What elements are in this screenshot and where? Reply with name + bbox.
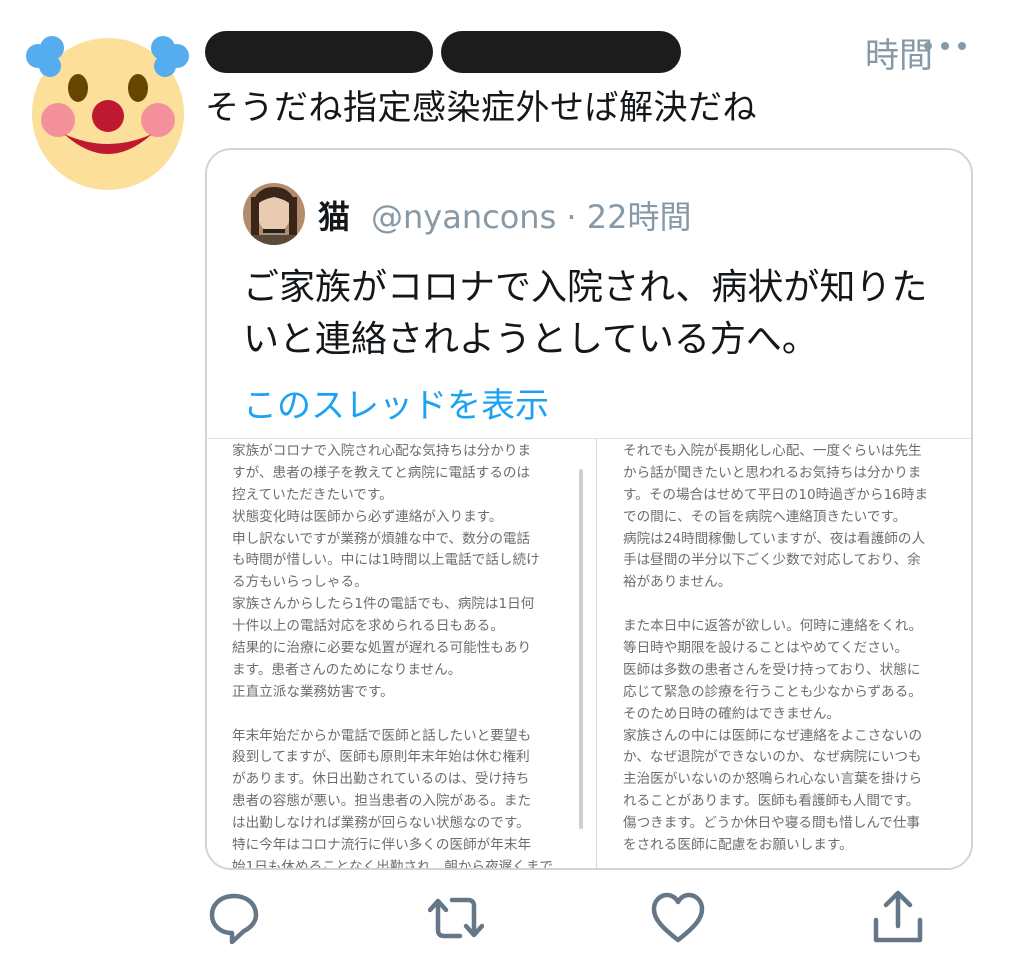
image-text-line: 控えていただきたいです。	[232, 486, 393, 503]
quoted-user-name[interactable]: 猫	[318, 192, 350, 238]
tweet-actions	[0, 888, 1024, 958]
image-text-line: 結果的に治療に必要な処置が遅れる可能性もあり	[232, 640, 532, 657]
image-text-left: 家族がコロナで入院され心配な気持ちは分かりま すが、患者の様子を教えてと病院に電…	[232, 441, 562, 870]
image-text-line: 患者の容態が悪い。担当患者の入院がある。また	[232, 793, 532, 810]
image-text-line: 殺到してますが、医師も原則年末年始は休む権利	[232, 749, 530, 766]
image-text-right: それでも入院が長期化し心配、一度ぐらいは先生 から話が聞きたいと思われるお気持ち…	[623, 441, 953, 857]
retweet-icon[interactable]	[428, 888, 484, 948]
image-text-line: 裕がありません。	[623, 574, 732, 591]
image-text-line: それでも入院が長期化し心配、一度ぐらいは先生	[623, 443, 922, 459]
image-text-line: 家族がコロナで入院され心配な気持ちは分かりま	[232, 443, 532, 459]
image-text-line: すが、患者の様子を教えてと病院に電話するのは	[232, 464, 531, 481]
image-text-line: す。その場合はせめて平日の10時過ぎから16時ま	[623, 486, 929, 503]
image-text-line: る方もいらっしゃる。	[232, 574, 368, 591]
image-text-line: ます。患者さんのためになりません。	[232, 661, 462, 678]
tweet-header: t 時間	[205, 28, 985, 76]
image-text-line	[623, 594, 953, 616]
tweet-text: そうだね指定感染症外せば解決だね	[205, 88, 757, 128]
image-text-line: 医師は多数の患者さんを受け持っており、状態に	[623, 661, 921, 678]
share-icon[interactable]	[870, 888, 926, 948]
quoted-user-handle-time[interactable]: @nyancons · 22時間	[371, 192, 691, 238]
reply-icon[interactable]	[206, 888, 262, 948]
show-thread-link[interactable]: このスレッドを表示	[243, 378, 549, 427]
image-text-line: 年末年始だからか電話で医師と話したいと要望も	[232, 727, 532, 744]
like-icon[interactable]	[650, 888, 706, 948]
image-text-line: 状態変化時は医師から必ず連絡が入ります。	[232, 508, 503, 525]
image-scrollbar	[579, 469, 583, 829]
image-text-line: があります。休日出勤されているのは、受け持ち	[232, 771, 530, 788]
image-text-line: 家族さんの中には医師になぜ連絡をよこさないの	[623, 727, 923, 744]
image-text-line: 手は昼間の半分以下ごく少数で対応しており、余	[623, 552, 921, 569]
image-text-line: 等日時や期限を設けることはやめてください。	[623, 640, 909, 657]
image-text-line: 家族さんからしたら1件の電話でも、病院は1日何	[232, 596, 535, 613]
image-text-line: 応じて緊急の診療を行うことも少なからずある。	[623, 683, 922, 700]
image-divider	[596, 439, 597, 868]
more-options-icon[interactable]	[920, 38, 970, 54]
image-text-line: れることがあります。医師も看護師も人間です。	[623, 793, 920, 810]
image-text-line: での間に、その旨を病院へ連絡頂きたいです。	[623, 508, 907, 525]
image-text-line: 申し訳ないですが業務が煩雑な中で、数分の電話	[232, 530, 531, 547]
image-text-line: 始1日も休めることなく出勤され、朝から夜遅くまで	[232, 858, 554, 870]
image-text-line: 主治医がいないのか怒鳴られ心ない言葉を掛けら	[623, 771, 923, 788]
image-text-line: そのため日時の確約はできません。	[623, 705, 841, 722]
image-text-line: も時間が惜しい。中には1時間以上電話で話し続け	[232, 552, 540, 569]
image-text-line: か、なぜ退院ができないのか、なぜ病院にいつも	[623, 749, 922, 766]
image-text-line: 病院は24時間稼働していますが、夜は看護師の人	[623, 530, 926, 547]
image-text-line: 十件以上の電話対応を求められる日もある。	[232, 618, 504, 635]
image-text-line	[232, 704, 562, 726]
quoted-text-line: ご家族がコロナで入院され、病状が知りた	[243, 267, 928, 308]
image-text-line: また本日中に返答が欲しい。何時に連絡をくれ。	[623, 618, 923, 635]
quoted-user-avatar[interactable]	[243, 183, 305, 245]
image-text-line: 正直立派な業務妨害です。	[232, 683, 394, 700]
redacted-handle	[441, 31, 681, 73]
clown-avatar[interactable]	[20, 22, 195, 192]
quoted-tweet-text: ご家族がコロナで入院され、病状が知りた いと連絡されようとしている方へ。	[243, 262, 943, 366]
quoted-tweet[interactable]: 猫 @nyancons · 22時間 ご家族がコロナで入院され、病状が知りた い…	[205, 148, 973, 870]
quoted-text-line: いと連絡されようとしている方へ。	[243, 319, 818, 360]
image-text-line: 特に今年はコロナ流行に伴い多くの医師が年末年	[232, 837, 532, 854]
image-text-line: をされる医師に配慮をお願いします。	[623, 837, 853, 854]
image-text-line: 傷つきます。どうか休日や寝る間も惜しんで仕事	[623, 815, 921, 832]
quoted-image[interactable]: 家族がコロナで入院され心配な気持ちは分かりま すが、患者の様子を教えてと病院に電…	[207, 438, 971, 870]
image-text-line: は出勤しなければ業務が回らない状態なのです。	[232, 815, 530, 832]
redacted-name	[205, 31, 433, 73]
image-text-line: から話が聞きたいと思われるお気持ちは分かりま	[623, 464, 922, 481]
